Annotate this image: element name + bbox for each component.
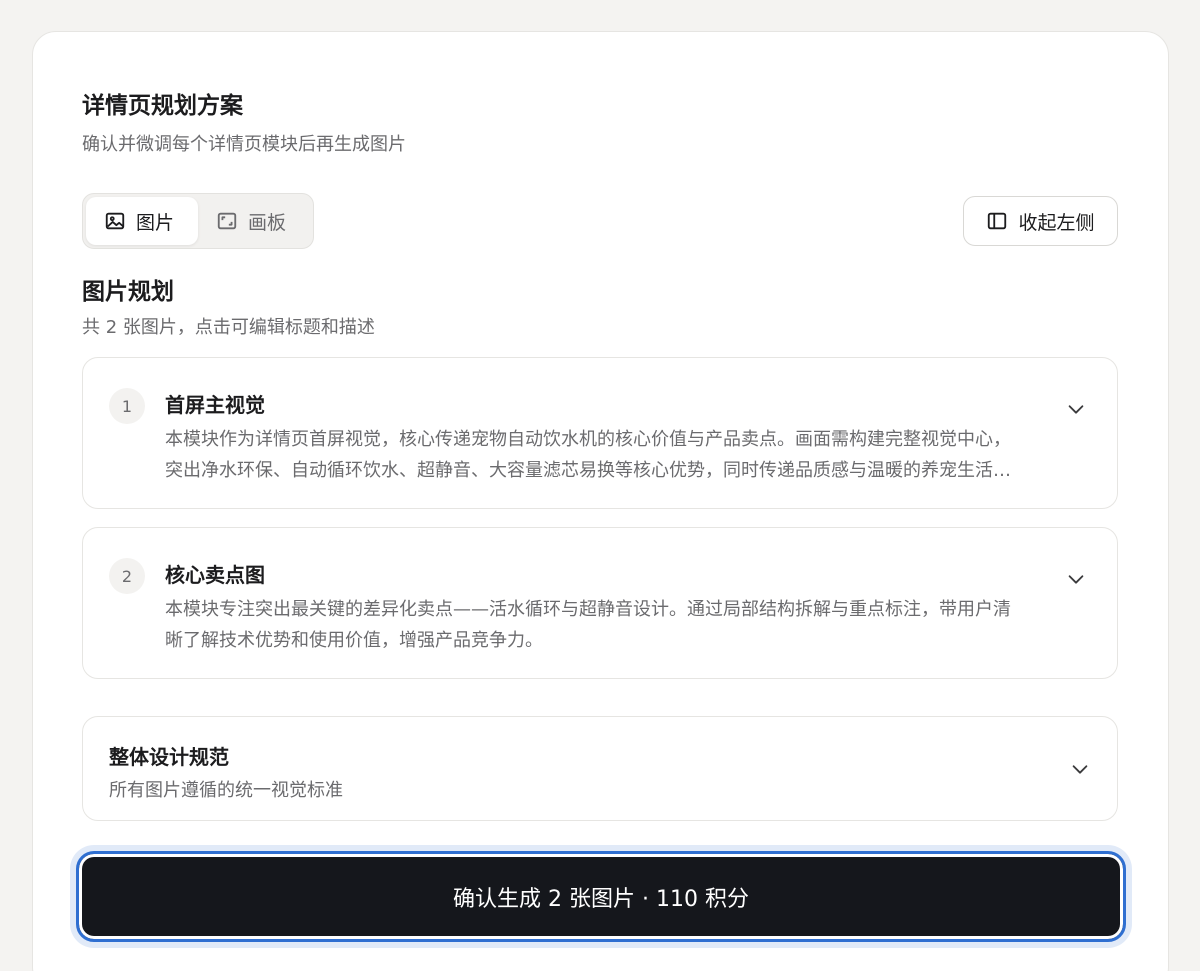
item-title[interactable]: 首屏主视觉 [165, 389, 265, 418]
tab-artboard[interactable]: 画板 [198, 197, 304, 245]
plan-item-2[interactable]: 2 核心卖点图 本模块专注突出最关键的差异化卖点——活水循环与超静音设计。通过局… [82, 527, 1118, 679]
item-description[interactable]: 本模块作为详情页首屏视觉，核心传递宠物自动饮水机的核心价值与产品卖点。画面需构建… [165, 424, 1025, 486]
plan-section-subtitle: 共 2 张图片，点击可编辑标题和描述 [82, 317, 375, 338]
chevron-down-icon[interactable] [1065, 568, 1087, 590]
plan-section-title: 图片规划 [82, 279, 174, 305]
page-title: 详情页规划方案 [82, 93, 243, 119]
sidebar-panel-icon [988, 212, 1007, 230]
design-spec-subtitle: 所有图片遵循的统一视觉标准 [109, 780, 343, 801]
item-number-badge: 1 [109, 388, 145, 424]
design-spec-panel[interactable]: 整体设计规范 所有图片遵循的统一视觉标准 [82, 716, 1118, 821]
page-subtitle: 确认并微调每个详情页模块后再生成图片 [82, 134, 406, 155]
view-toggle: 图片 画板 [82, 193, 314, 249]
chevron-down-icon[interactable] [1065, 398, 1087, 420]
chevron-down-icon[interactable] [1069, 758, 1091, 780]
confirm-button-focus-ring: 确认生成 2 张图片 · 110 积分 [70, 845, 1132, 948]
image-icon [105, 212, 125, 230]
confirm-generate-button[interactable]: 确认生成 2 张图片 · 110 积分 [76, 851, 1126, 942]
artboard-icon [217, 212, 237, 230]
item-description[interactable]: 本模块专注突出最关键的差异化卖点——活水循环与超静音设计。通过局部结构拆解与重点… [165, 594, 1025, 656]
collapse-left-label: 收起左侧 [1018, 211, 1095, 234]
item-title[interactable]: 核心卖点图 [165, 559, 265, 588]
tab-image-label: 图片 [136, 211, 175, 234]
item-number-badge: 2 [109, 558, 145, 594]
tab-image[interactable]: 图片 [86, 197, 198, 245]
design-spec-title: 整体设计规范 [109, 745, 229, 769]
plan-item-1[interactable]: 1 首屏主视觉 本模块作为详情页首屏视觉，核心传递宠物自动饮水机的核心价值与产品… [82, 357, 1118, 509]
tab-artboard-label: 画板 [248, 211, 287, 234]
collapse-left-button[interactable]: 收起左侧 [963, 196, 1118, 246]
